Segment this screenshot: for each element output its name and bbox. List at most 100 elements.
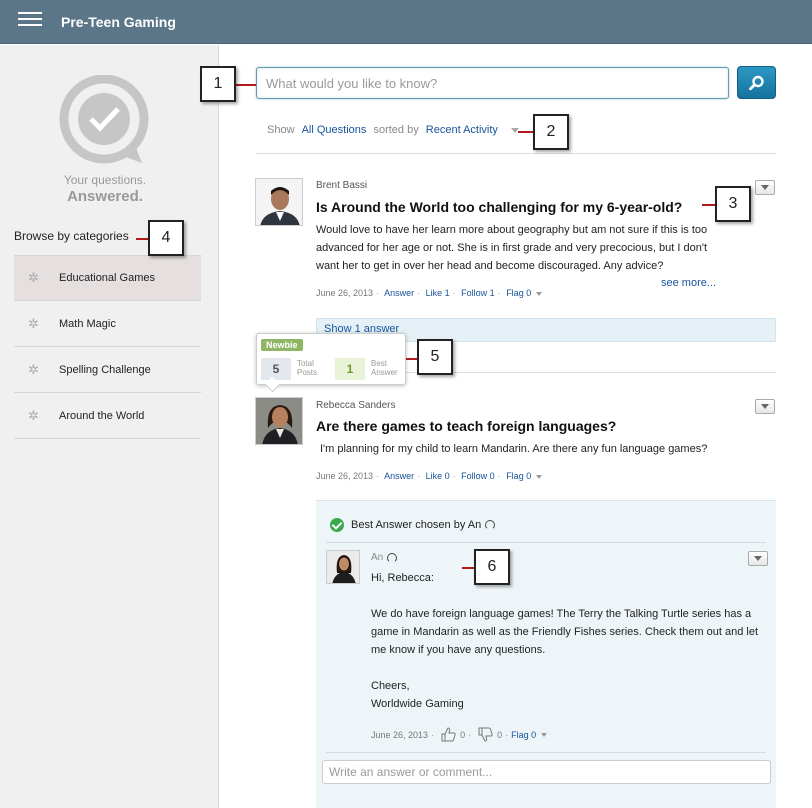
headset-icon bbox=[485, 520, 496, 530]
follow-link[interactable]: Follow 1 bbox=[461, 288, 495, 298]
question-menu-button[interactable] bbox=[755, 180, 775, 195]
category-around-the-world[interactable]: ✲ Around the World bbox=[14, 393, 201, 439]
tagline-line1: Your questions. bbox=[63, 173, 147, 187]
stat-label-line: Posts bbox=[297, 368, 318, 377]
chevron-down-icon[interactable] bbox=[536, 291, 543, 296]
avatar[interactable] bbox=[255, 397, 303, 445]
comment-input[interactable] bbox=[322, 760, 771, 784]
follow-link[interactable]: Follow 0 bbox=[461, 471, 495, 481]
user-avatar-icon bbox=[256, 398, 302, 444]
filter-row: Show All Questions sorted by Recent Acti… bbox=[267, 124, 519, 136]
answer-link[interactable]: Answer bbox=[384, 288, 414, 298]
category-gear-icon: ✲ bbox=[28, 315, 39, 331]
sort-filter-link[interactable]: Recent Activity bbox=[426, 124, 498, 136]
answer-signoff: Cheers, bbox=[371, 680, 410, 692]
question-date: June 26, 2013 bbox=[316, 288, 374, 298]
callout-4: 4 bbox=[148, 220, 184, 256]
question-meta: June 26, 2013 · Answer · Like 0 · Follow 0 ·… bbox=[316, 471, 543, 481]
dislikes-count: 0 bbox=[497, 729, 503, 740]
question-meta: June 26, 2013 · Answer · Like 1 · Follow 1 ·… bbox=[316, 288, 543, 298]
callout-2: 2 bbox=[533, 114, 569, 150]
question-body-line: advanced for her age or not. She is in f… bbox=[316, 242, 707, 254]
flag-link[interactable]: Flag 0 bbox=[506, 288, 531, 298]
category-label: Math Magic bbox=[59, 317, 116, 330]
question-title[interactable]: Is Around the World too challenging for … bbox=[316, 199, 682, 215]
callout-6: 6 bbox=[474, 549, 510, 585]
question-author[interactable]: Brent Bassi bbox=[316, 180, 367, 191]
best-answer-count: 1 bbox=[335, 358, 365, 380]
browse-categories-label: Browse by categories bbox=[14, 229, 129, 243]
tagline-line2: Answered. bbox=[67, 188, 143, 205]
answer-signature: Worldwide Gaming bbox=[371, 698, 464, 710]
callout-line bbox=[702, 204, 716, 206]
thumbs-up-icon[interactable] bbox=[441, 727, 456, 742]
callout-3: 3 bbox=[715, 186, 751, 222]
question-body: I'm planning for my child to learn Manda… bbox=[320, 443, 708, 455]
best-answer-header: Best Answer chosen by An bbox=[330, 518, 496, 532]
sidebar: Your questions. Answered. Browse by cate… bbox=[0, 45, 219, 808]
headset-icon bbox=[387, 552, 398, 563]
category-spelling-challenge[interactable]: ✲ Spelling Challenge bbox=[14, 347, 201, 393]
answer-greeting: Hi, Rebecca: bbox=[371, 572, 434, 584]
question-menu-button[interactable] bbox=[755, 399, 775, 414]
answer-date: June 26, 2013 bbox=[371, 729, 429, 740]
question-date: June 26, 2013 bbox=[316, 471, 374, 481]
stat-label-line: Total bbox=[297, 359, 314, 368]
user-avatar-icon bbox=[256, 179, 302, 225]
show-filter-link[interactable]: All Questions bbox=[302, 124, 367, 136]
chevron-down-icon[interactable] bbox=[541, 732, 548, 737]
question-title[interactable]: Are there games to teach foreign languag… bbox=[316, 418, 616, 434]
app-header: Pre-Teen Gaming bbox=[0, 0, 812, 44]
chevron-down-icon[interactable] bbox=[536, 474, 543, 479]
show-label: Show bbox=[267, 124, 295, 136]
best-answer-section: Best Answer chosen by An An Hi, Rebecca:… bbox=[316, 500, 776, 808]
category-label: Educational Games bbox=[59, 272, 155, 284]
category-list: ✲ Educational Games ✲ Math Magic ✲ Spell… bbox=[14, 255, 201, 439]
questions-logo-icon bbox=[59, 75, 149, 164]
question-body: Would love to have her learn more about … bbox=[316, 221, 736, 275]
category-gear-icon: ✲ bbox=[28, 407, 39, 423]
check-circle-icon bbox=[330, 518, 344, 532]
answer-body: Hi, Rebecca: We do have foreign language… bbox=[371, 569, 771, 713]
avatar[interactable] bbox=[326, 550, 360, 584]
divider bbox=[326, 542, 766, 543]
category-gear-icon: ✲ bbox=[28, 361, 39, 377]
category-educational-games[interactable]: ✲ Educational Games bbox=[14, 255, 201, 301]
answer-author-name[interactable]: An bbox=[371, 552, 383, 563]
question-body-line: Would love to have her learn more about … bbox=[316, 224, 708, 236]
question-body-line: want her to get in over her head and bec… bbox=[316, 260, 664, 272]
category-label: Around the World bbox=[59, 409, 145, 422]
search-input[interactable] bbox=[256, 67, 729, 99]
answer-link[interactable]: Answer bbox=[384, 471, 414, 481]
sorted-by-label: sorted by bbox=[373, 124, 419, 136]
answer-author: An bbox=[371, 552, 398, 563]
flag-link[interactable]: Flag 0 bbox=[506, 471, 531, 481]
like-link[interactable]: Like 0 bbox=[426, 471, 450, 481]
category-math-magic[interactable]: ✲ Math Magic bbox=[14, 301, 201, 347]
user-avatar-icon bbox=[327, 551, 359, 583]
category-gear-icon: ✲ bbox=[28, 270, 39, 285]
likes-count: 0 bbox=[460, 729, 466, 740]
app-title: Pre-Teen Gaming bbox=[61, 14, 176, 30]
stat-label-line: Best bbox=[371, 359, 388, 368]
best-answer-header-text: Best Answer chosen by An bbox=[351, 519, 482, 531]
total-posts-count: 5 bbox=[261, 358, 291, 380]
hamburger-menu-icon[interactable] bbox=[18, 12, 42, 32]
avatar[interactable] bbox=[255, 178, 303, 226]
category-label: Spelling Challenge bbox=[59, 363, 151, 376]
like-link[interactable]: Like 1 bbox=[426, 288, 450, 298]
answer-menu-button[interactable] bbox=[748, 551, 768, 566]
thumbs-down-icon[interactable] bbox=[478, 727, 493, 742]
flag-link[interactable]: Flag 0 bbox=[511, 730, 536, 740]
question-author[interactable]: Rebecca Sanders bbox=[316, 400, 396, 411]
user-badge: Newbie bbox=[261, 339, 303, 351]
callout-line bbox=[236, 84, 256, 86]
see-more-link[interactable]: see more... bbox=[661, 277, 716, 289]
stat-label-line: Answer bbox=[371, 368, 398, 377]
best-answer-label: Best Answer bbox=[371, 359, 398, 377]
answer-text: We do have foreign language games! The T… bbox=[371, 608, 759, 656]
callout-5: 5 bbox=[417, 339, 453, 375]
search-icon bbox=[749, 75, 764, 91]
user-hover-card: Newbie 5 Total Posts 1 Best Answer bbox=[256, 333, 406, 385]
search-button[interactable] bbox=[737, 66, 776, 99]
